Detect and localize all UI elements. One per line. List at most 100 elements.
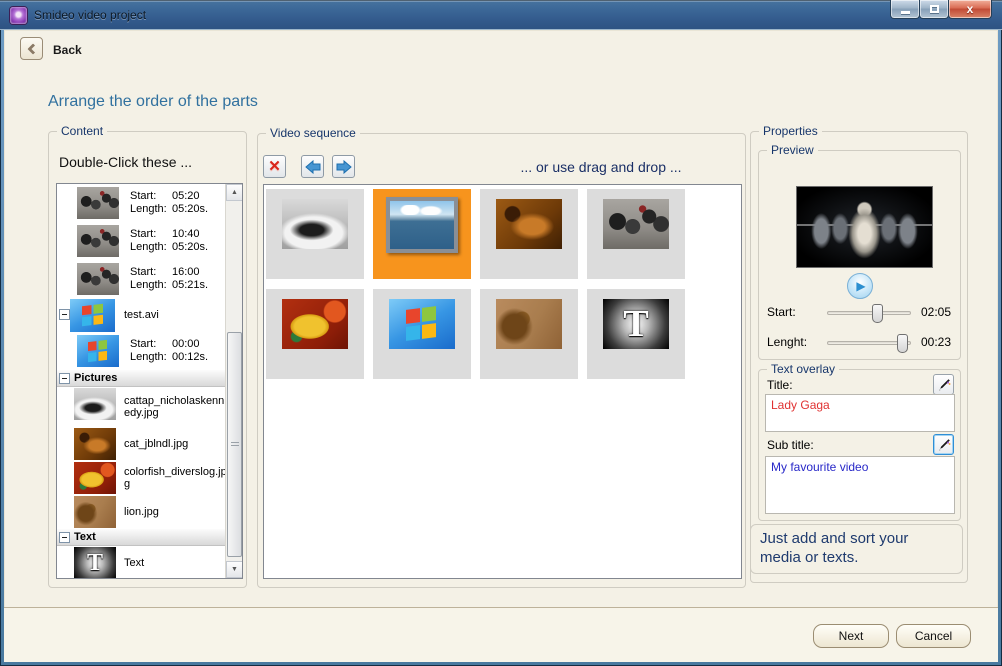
start-slider[interactable] <box>827 311 911 315</box>
close-button[interactable]: x <box>948 0 992 19</box>
list-item-picture[interactable]: cat_jblndl.jpg <box>57 427 227 461</box>
text-thumbnail <box>603 299 669 349</box>
scroll-down-icon[interactable]: ▼ <box>226 561 243 578</box>
content-panel-title: Content <box>57 124 107 138</box>
scrollbar-thumb[interactable] <box>227 332 242 557</box>
length-slider-thumb[interactable] <box>897 334 908 353</box>
preview-panel: Preview ▶ Start: 02:05 Lenght: 00:23 <box>758 150 961 360</box>
edit-subtitle-button[interactable] <box>933 434 954 455</box>
content-panel: Content Double-Click these ... Start:05:… <box>48 131 247 588</box>
windows-thumbnail <box>70 299 115 332</box>
sequence-tile[interactable] <box>266 189 364 279</box>
content-scrollbar[interactable]: ▲ ▼ <box>225 184 242 578</box>
picture-name: lion.jpg <box>124 506 227 518</box>
windows-thumbnail <box>389 299 455 349</box>
length-slider-row: Lenght: 00:23 <box>767 332 957 354</box>
list-item-picture[interactable]: colorfish_diverslog.jpg <box>57 461 227 495</box>
minimize-button[interactable] <box>890 0 920 19</box>
list-item-clip[interactable]: Start:00:00Length:00:12s. <box>57 332 227 370</box>
text-overlay-panel: Text overlay Title: Lady Gaga Sub title:… <box>758 369 961 521</box>
clip-times: Start:10:40Length:05:20s. <box>130 228 208 254</box>
list-item-picture[interactable]: cattap_nicholaskennedy.jpg <box>57 387 227 427</box>
section-label: Text <box>74 531 96 543</box>
list-item-file[interactable]: test.avi <box>57 298 227 332</box>
cancel-button[interactable]: Cancel <box>896 624 971 648</box>
video-preview-frame[interactable] <box>796 186 933 268</box>
clip-times: Start:16:00Length:05:21s. <box>130 266 208 292</box>
lion-thumbnail <box>74 496 116 528</box>
sequence-tile-selected[interactable] <box>373 189 471 279</box>
chevron-left-icon <box>27 43 38 54</box>
start-label: Start: <box>767 305 796 319</box>
sequence-grid[interactable] <box>263 184 742 579</box>
cat-orange-thumbnail <box>496 199 562 249</box>
list-item-clip[interactable]: Start:10:40Length:05:20s. <box>57 222 227 260</box>
back-button[interactable] <box>20 37 43 60</box>
list-item-clip[interactable]: Start:05:20Length:05:20s. <box>57 184 227 222</box>
obama-thumbnail <box>77 263 119 295</box>
subtitle-input[interactable]: My favourite video <box>765 456 955 514</box>
section-label: Pictures <box>74 372 117 384</box>
arrow-left-icon <box>305 160 321 174</box>
collapse-icon[interactable] <box>59 532 70 543</box>
sequence-tile[interactable] <box>480 189 578 279</box>
length-slider[interactable] <box>827 341 911 345</box>
move-left-button[interactable] <box>301 155 324 178</box>
content-instruction: Double-Click these ... <box>59 154 192 170</box>
maximize-icon <box>930 5 939 13</box>
start-value: 02:05 <box>921 305 951 319</box>
sequence-tile[interactable] <box>266 289 364 379</box>
window-title: Smideo video project <box>34 8 146 22</box>
text-overlay-title: Text overlay <box>767 362 839 376</box>
list-item-picture[interactable]: Text <box>57 546 227 579</box>
properties-panel: Properties Preview ▶ Start: 02:05 Lenght… <box>750 131 968 583</box>
red-x-icon: ✕ <box>268 159 281 174</box>
collapse-icon[interactable] <box>59 309 70 320</box>
collapse-icon[interactable] <box>59 373 70 384</box>
footer-bar: Next Cancel <box>4 607 998 662</box>
scroll-up-icon[interactable]: ▲ <box>226 184 243 201</box>
fish-thumbnail <box>282 299 348 349</box>
play-button[interactable]: ▶ <box>847 273 873 299</box>
list-item-picture[interactable]: lion.jpg <box>57 495 227 529</box>
picture-name: cattap_nicholaskennedy.jpg <box>124 395 227 419</box>
obama-thumbnail <box>77 187 119 219</box>
sequence-tile[interactable] <box>480 289 578 379</box>
info-box: Just add and sort your media or texts. <box>750 524 963 574</box>
next-button[interactable]: Next <box>813 624 889 648</box>
start-slider-thumb[interactable] <box>872 304 883 323</box>
list-section-header[interactable]: Text <box>57 529 227 546</box>
windows-thumbnail <box>77 335 119 367</box>
pen-icon <box>937 438 951 452</box>
length-value: 00:23 <box>921 335 951 349</box>
subtitle-label: Sub title: <box>767 438 814 452</box>
list-section-header[interactable]: Pictures <box>57 370 227 387</box>
play-icon: ▶ <box>856 280 865 292</box>
sequence-tile[interactable] <box>373 289 471 379</box>
delete-part-button[interactable]: ✕ <box>263 155 286 178</box>
obama-thumbnail <box>603 199 669 249</box>
picture-name: Text <box>124 557 227 569</box>
length-label: Lenght: <box>767 335 807 349</box>
picture-name: cat_jblndl.jpg <box>124 438 227 450</box>
clip-times: Start:05:20Length:05:20s. <box>130 190 208 216</box>
app-icon <box>10 7 27 24</box>
fish-thumbnail <box>74 462 116 494</box>
pen-icon <box>937 378 951 392</box>
minimize-icon <box>901 11 910 14</box>
app-window: Smideo video project x Back Arrange the … <box>0 0 1002 666</box>
close-icon: x <box>967 3 974 15</box>
list-item-clip[interactable]: Start:16:00Length:05:21s. <box>57 260 227 298</box>
content-list[interactable]: Start:05:20Length:05:20s. Start:10:40Leng… <box>56 183 243 579</box>
title-bar[interactable]: Smideo video project x <box>0 0 1002 30</box>
maximize-button[interactable] <box>919 0 949 19</box>
video-sequence-title: Video sequence <box>266 126 360 140</box>
sequence-tile[interactable] <box>587 189 685 279</box>
cat-orange-thumbnail <box>74 428 116 460</box>
obama-thumbnail <box>77 225 119 257</box>
lion-thumbnail <box>496 299 562 349</box>
sequence-tile[interactable] <box>587 289 685 379</box>
edit-title-button[interactable] <box>933 374 954 395</box>
title-input[interactable]: Lady Gaga <box>765 394 955 432</box>
move-right-button[interactable] <box>332 155 355 178</box>
